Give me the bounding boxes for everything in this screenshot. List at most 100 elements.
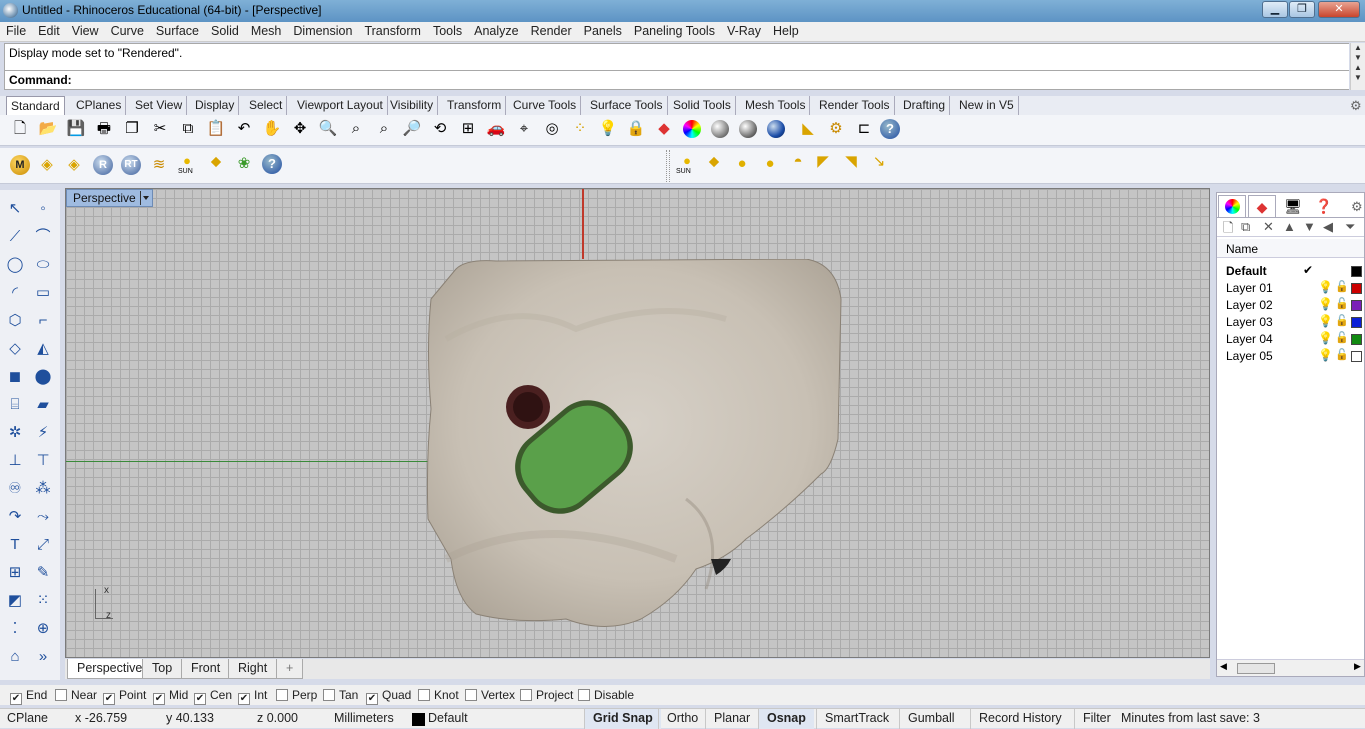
- tab-viewport-layout[interactable]: Viewport Layout: [293, 96, 388, 115]
- text-icon[interactable]: T: [4, 534, 26, 556]
- more-tools-chevron-icon[interactable]: »: [32, 646, 54, 668]
- wireframe-icon[interactable]: ⌖: [514, 119, 534, 139]
- panel-settings-gear-icon[interactable]: ⚙: [1351, 199, 1363, 215]
- cplane-readout[interactable]: CPlane: [7, 711, 48, 729]
- units[interactable]: Millimeters: [334, 711, 394, 729]
- osnap-toggle[interactable]: Osnap: [758, 709, 814, 729]
- layers-panel-tab[interactable]: ◆: [1248, 195, 1276, 217]
- boolean-union-icon[interactable]: ♾: [4, 478, 26, 500]
- select-arrow-icon[interactable]: ↖: [4, 198, 26, 220]
- material-icon[interactable]: M: [10, 155, 30, 175]
- trim-icon[interactable]: ⊤: [32, 450, 54, 472]
- menu-surface[interactable]: Surface: [150, 22, 205, 38]
- render-help-icon[interactable]: ?: [262, 154, 282, 174]
- rectangle-icon[interactable]: ▭: [32, 282, 54, 304]
- tab-render-tools[interactable]: Render Tools: [815, 96, 895, 115]
- help-icon[interactable]: ?: [880, 119, 900, 139]
- toolbar-grip[interactable]: [666, 150, 670, 182]
- curve-icon[interactable]: ⌒: [32, 226, 54, 248]
- polygon-icon[interactable]: ⬡: [4, 310, 26, 332]
- osnap-perp[interactable]: Perp: [276, 688, 317, 702]
- surface-icon[interactable]: ◇: [4, 338, 26, 360]
- checkbox-icon[interactable]: [465, 689, 477, 701]
- print-icon[interactable]: 🖶: [94, 119, 114, 139]
- dimension-icon[interactable]: ⊏: [854, 119, 874, 139]
- layer-visible-bulb-icon[interactable]: 💡: [1318, 280, 1333, 294]
- menu-curve[interactable]: Curve: [105, 22, 150, 38]
- record-history-toggle[interactable]: Record History: [970, 709, 1070, 729]
- tab-new-in-v5[interactable]: New in V5: [955, 96, 1019, 115]
- checkbox-icon[interactable]: ✔: [10, 693, 22, 705]
- render-sphere-icon[interactable]: [766, 119, 786, 139]
- layer-visible-bulb-icon[interactable]: 💡: [1318, 331, 1333, 345]
- tab-transform[interactable]: Transform: [443, 96, 507, 115]
- tab-curve-tools[interactable]: Curve Tools: [509, 96, 582, 115]
- checkbox-icon[interactable]: [578, 689, 590, 701]
- layer-row[interactable]: Layer 02 💡 🔓: [1217, 297, 1364, 314]
- layer-visible-bulb-icon[interactable]: 💡: [1318, 348, 1333, 362]
- layer-color-swatch[interactable]: [1351, 351, 1362, 362]
- scroll-icon[interactable]: ⌂: [4, 646, 26, 668]
- layer-color-swatch[interactable]: [1351, 300, 1362, 311]
- layer-row[interactable]: Layer 04 💡 🔓: [1217, 331, 1364, 348]
- checkbox-icon[interactable]: ✔: [366, 693, 378, 705]
- point-icon[interactable]: ◦: [32, 198, 54, 220]
- layer-color-swatch[interactable]: [1351, 283, 1362, 294]
- spot-light-icon[interactable]: ●: [760, 154, 780, 174]
- osnap-tan[interactable]: Tan: [323, 688, 358, 702]
- menu-edit[interactable]: Edit: [32, 22, 66, 38]
- copy-icon[interactable]: ⧉: [178, 119, 198, 139]
- tab-solid-tools[interactable]: Solid Tools: [669, 96, 736, 115]
- menu-vray[interactable]: V-Ray: [721, 22, 767, 38]
- circle-icon[interactable]: ◯: [4, 254, 26, 276]
- tab-surface-tools[interactable]: Surface Tools: [586, 96, 668, 115]
- pan-hand-icon[interactable]: ✋: [262, 119, 282, 139]
- new-file-icon[interactable]: 🗋: [10, 119, 30, 139]
- ground-plane-icon[interactable]: ⬥: [206, 152, 226, 172]
- move-down-icon[interactable]: ▼: [1303, 219, 1316, 234]
- cut-icon[interactable]: ✂: [150, 119, 170, 139]
- display-panel-tab[interactable]: 🖥: [1279, 195, 1307, 217]
- gumball-icon[interactable]: ⊕: [32, 618, 54, 640]
- layers-hscrollbar[interactable]: ◀ ▶: [1217, 659, 1364, 676]
- osnap-end[interactable]: ✔ End: [10, 688, 47, 705]
- menu-view[interactable]: View: [66, 22, 105, 38]
- options-gear-icon[interactable]: ⚙: [826, 119, 846, 139]
- point-grid-icon[interactable]: ⁚: [4, 618, 26, 640]
- shaded-sphere-icon[interactable]: [710, 119, 730, 139]
- planar-toggle[interactable]: Planar: [705, 709, 758, 729]
- mesh-icon[interactable]: ▰: [32, 394, 54, 416]
- environment-icon[interactable]: ≋: [149, 155, 169, 175]
- minimize-button[interactable]: ▁: [1262, 1, 1288, 18]
- zoom-selected-icon[interactable]: 🔎: [402, 119, 422, 139]
- viewport-tab-perspective[interactable]: Perspective: [67, 659, 153, 679]
- gumball-toggle[interactable]: Gumball: [899, 709, 963, 729]
- tab-standard[interactable]: Standard: [6, 96, 65, 115]
- edit-pencil-icon[interactable]: ✎: [32, 562, 54, 584]
- close-button[interactable]: ✕: [1318, 1, 1360, 18]
- checkbox-icon[interactable]: ✔: [153, 693, 165, 705]
- layer-unlocked-icon[interactable]: 🔓: [1335, 297, 1349, 310]
- osnap-cen[interactable]: ✔ Cen: [194, 688, 232, 705]
- tab-set-view[interactable]: Set View: [131, 96, 188, 115]
- grid-points-icon[interactable]: ⁙: [32, 590, 54, 612]
- box-icon[interactable]: ◼: [4, 366, 26, 388]
- transform-gear-icon[interactable]: ✲: [4, 422, 26, 444]
- menu-file[interactable]: File: [0, 22, 32, 38]
- checkbox-icon[interactable]: ✔: [238, 693, 250, 705]
- viewport-tab-front[interactable]: Front: [181, 659, 231, 679]
- filter-icon[interactable]: ⏷: [1345, 219, 1355, 235]
- layer-visible-bulb-icon[interactable]: 💡: [1318, 297, 1333, 311]
- gear-icon[interactable]: ⚙: [1350, 98, 1362, 114]
- tab-visibility[interactable]: Visibility: [386, 96, 439, 115]
- extrude-curve-icon[interactable]: ◭: [32, 338, 54, 360]
- split-icon[interactable]: ⊥: [4, 450, 26, 472]
- tab-select[interactable]: Select: [245, 96, 288, 115]
- lightning-icon[interactable]: ⚡: [32, 422, 54, 444]
- osnap-knot[interactable]: Knot: [418, 688, 459, 702]
- current-layer[interactable]: Default: [428, 711, 468, 729]
- move-out-icon[interactable]: ◀: [1323, 219, 1333, 235]
- cylinder-icon[interactable]: ⌸: [4, 394, 26, 416]
- viewport-tab-top[interactable]: Top: [142, 659, 183, 679]
- scanned-terrain-model[interactable]: [426, 259, 846, 634]
